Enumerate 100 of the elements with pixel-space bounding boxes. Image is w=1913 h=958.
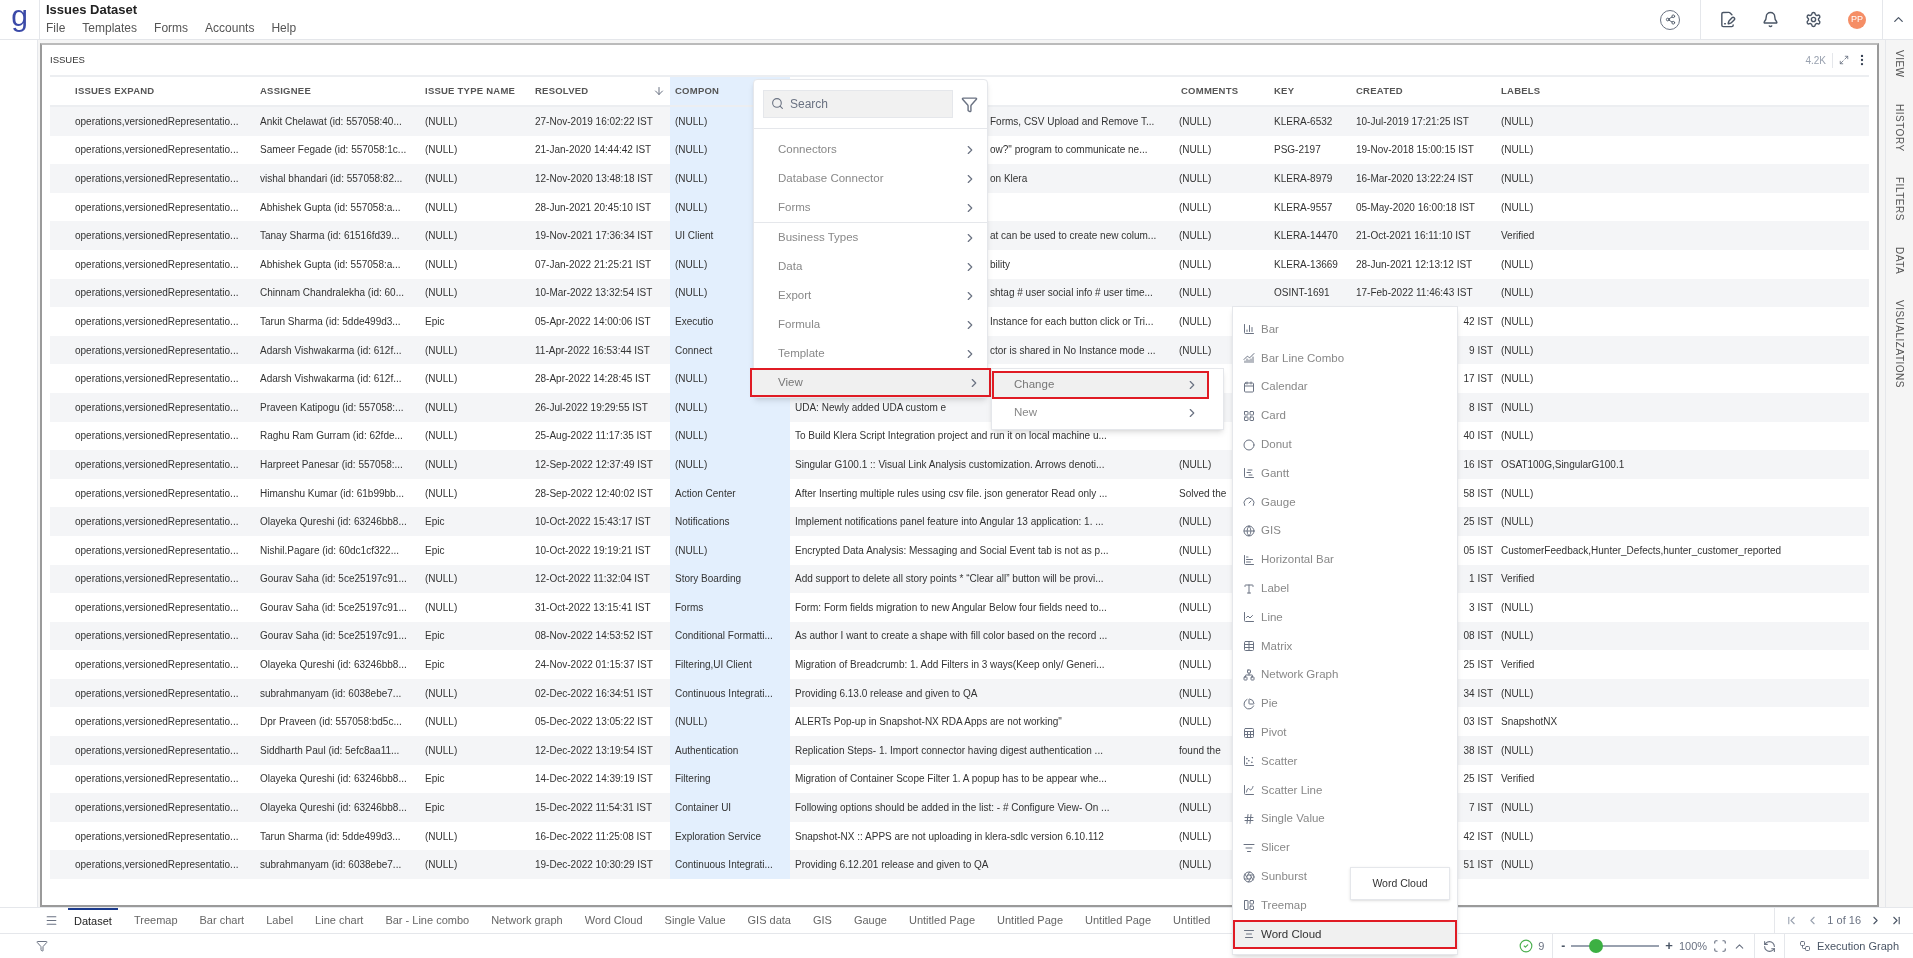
sheet-tab[interactable]: Network graph bbox=[485, 908, 569, 933]
sheet-tab[interactable]: Label bbox=[260, 908, 300, 933]
menu-item[interactable]: Slicer bbox=[1233, 833, 1298, 863]
column-header[interactable]: KEY bbox=[1269, 77, 1351, 105]
menu-item[interactable]: Template bbox=[754, 339, 987, 368]
table-cell-text: (NULL) bbox=[1501, 486, 1534, 501]
table-cell-text: (NULL) bbox=[1501, 200, 1534, 215]
sort-descending-icon[interactable] bbox=[653, 85, 665, 97]
hash-icon bbox=[1243, 812, 1255, 825]
table-cell-text: subrahmanyam (id: 6038ebe7... bbox=[260, 858, 402, 873]
menu-item[interactable]: Bar Line Combo bbox=[1233, 343, 1353, 373]
menu-item[interactable]: Forms bbox=[754, 193, 987, 222]
menu-item[interactable]: Forms bbox=[154, 20, 189, 36]
side-tab[interactable]: VISUALIZATIONS bbox=[1892, 300, 1907, 389]
zoom-out-button[interactable]: - bbox=[1561, 937, 1566, 955]
execution-graph-button[interactable]: Execution Graph bbox=[1785, 934, 1913, 958]
refresh-icon[interactable] bbox=[1763, 939, 1777, 953]
column-header[interactable]: ISSUES EXPAND bbox=[70, 77, 255, 105]
sheet-tab[interactable]: Untitled Page bbox=[1079, 908, 1158, 933]
sheet-tab[interactable]: Single Value bbox=[658, 908, 732, 933]
menu-item[interactable]: GIS bbox=[1233, 516, 1289, 546]
menu-item[interactable]: Word Cloud bbox=[1233, 919, 1457, 949]
table-cell-text: 10-Oct-2022 15:43:17 IST bbox=[535, 515, 651, 530]
sheet-tab[interactable]: GIS bbox=[807, 908, 838, 933]
menu-item[interactable]: Data bbox=[754, 252, 987, 281]
menu-item[interactable]: Donut bbox=[1233, 430, 1300, 459]
menu-item[interactable]: Formula bbox=[754, 310, 987, 339]
column-header[interactable]: LABELS bbox=[1496, 77, 1869, 105]
menu-item[interactable]: Line bbox=[1233, 602, 1291, 632]
sheet-tab[interactable]: Bar - Line combo bbox=[379, 908, 476, 933]
menu-item[interactable]: Accounts bbox=[205, 20, 255, 36]
menu-item[interactable]: Label bbox=[1233, 574, 1298, 603]
table-cell-text: Siddharth Paul (id: 5efc8aa11... bbox=[260, 743, 400, 758]
menu-item[interactable]: View bbox=[750, 368, 991, 397]
filter-icon[interactable] bbox=[961, 95, 978, 113]
search-field[interactable]: Search bbox=[763, 90, 953, 118]
menu-item[interactable]: Pie bbox=[1233, 689, 1286, 719]
column-header[interactable]: CREATED bbox=[1351, 77, 1496, 105]
menu-item[interactable]: Matrix bbox=[1233, 631, 1301, 661]
sheet-tab[interactable]: Untitled bbox=[1167, 908, 1217, 933]
side-tab[interactable]: HISTORY bbox=[1892, 103, 1907, 152]
column-header[interactable]: COMMENTS bbox=[1176, 77, 1269, 105]
gantt-chart-icon bbox=[1243, 467, 1255, 480]
menu-item[interactable]: Export bbox=[754, 281, 987, 310]
table-cell-text: (NULL) bbox=[1501, 743, 1534, 758]
menu-item[interactable]: Database Connector bbox=[754, 164, 987, 193]
zoom-slider[interactable] bbox=[1571, 939, 1660, 953]
menu-item[interactable]: Help bbox=[271, 20, 297, 36]
menu-item[interactable]: New bbox=[992, 399, 1209, 427]
table-cell-text: (NULL) bbox=[675, 372, 708, 387]
sheet-tab[interactable]: Word Cloud bbox=[578, 908, 649, 933]
notifications-icon[interactable] bbox=[1762, 11, 1779, 28]
settings-icon[interactable] bbox=[1805, 11, 1822, 28]
sheet-tab[interactable]: Line chart bbox=[309, 908, 370, 933]
fit-screen-icon[interactable] bbox=[1713, 939, 1728, 953]
side-tab[interactable]: VIEW bbox=[1892, 50, 1907, 78]
sheet-tab[interactable]: GIS data bbox=[741, 908, 797, 933]
zoom-slider-thumb[interactable] bbox=[1588, 939, 1603, 953]
menu-item[interactable]: Scatter Line bbox=[1233, 775, 1331, 805]
menu-item[interactable]: Card bbox=[1233, 401, 1294, 431]
sheet-tab[interactable]: Bar chart bbox=[193, 908, 251, 933]
expand-icon[interactable] bbox=[1839, 55, 1849, 65]
sheet-tab[interactable]: Treemap bbox=[127, 908, 184, 933]
menu-item[interactable]: Templates bbox=[82, 20, 138, 36]
menu-item[interactable]: Single Value bbox=[1233, 804, 1333, 834]
menu-item[interactable]: File bbox=[46, 20, 66, 36]
menu-item[interactable]: Change bbox=[992, 371, 1209, 399]
menu-item[interactable]: Pivot bbox=[1233, 718, 1295, 747]
menu-item[interactable]: Horizontal Bar bbox=[1233, 545, 1342, 575]
app-logo[interactable]: g bbox=[11, 0, 28, 31]
last-page-icon[interactable] bbox=[1890, 914, 1903, 927]
column-header[interactable]: ASSIGNEE bbox=[255, 77, 420, 105]
menu-item[interactable]: Network Graph bbox=[1233, 660, 1347, 690]
menu-item[interactable]: Bar bbox=[1233, 315, 1287, 344]
menu-item[interactable]: Gauge bbox=[1233, 487, 1304, 517]
menu-item[interactable]: Scatter bbox=[1233, 746, 1306, 776]
menu-item[interactable]: Connectors bbox=[754, 135, 987, 164]
menu-item[interactable]: Gantt bbox=[1233, 459, 1298, 488]
table-cell-text: Epic bbox=[425, 772, 445, 787]
side-tab[interactable]: FILTERS bbox=[1892, 177, 1907, 222]
filter-icon[interactable] bbox=[36, 940, 48, 952]
menu-item[interactable]: Business Types bbox=[754, 223, 987, 252]
menu-item[interactable]: Calendar bbox=[1233, 372, 1316, 402]
table-cell-text: Filtering bbox=[675, 772, 711, 787]
table-cell-text: (NULL) bbox=[675, 543, 708, 558]
table-icon bbox=[1243, 640, 1255, 653]
table-cell-text: (NULL) bbox=[1501, 858, 1534, 873]
column-header[interactable]: ISSUE TYPE NAME bbox=[420, 77, 530, 105]
menu-item[interactable]: Treemap bbox=[1233, 890, 1315, 920]
sheet-tab[interactable]: Untitled Page bbox=[902, 908, 981, 933]
sheet-tab[interactable]: Gauge bbox=[847, 908, 893, 933]
zoom-in-button[interactable]: + bbox=[1665, 936, 1673, 956]
sheet-tab[interactable]: Untitled Page bbox=[991, 908, 1070, 933]
table-cell-text: operations,versionedRepresentatio... bbox=[75, 600, 239, 615]
edit-notes-icon[interactable] bbox=[1719, 11, 1736, 28]
column-header[interactable]: RESOLVED bbox=[530, 77, 670, 105]
menu-item[interactable]: Sunburst bbox=[1233, 862, 1316, 891]
table-cell-text: operations,versionedRepresentatio... bbox=[75, 772, 239, 787]
side-tab[interactable]: DATA bbox=[1892, 247, 1907, 275]
table-cell-text: 11-Apr-2022 16:53:44 IST bbox=[535, 343, 650, 358]
